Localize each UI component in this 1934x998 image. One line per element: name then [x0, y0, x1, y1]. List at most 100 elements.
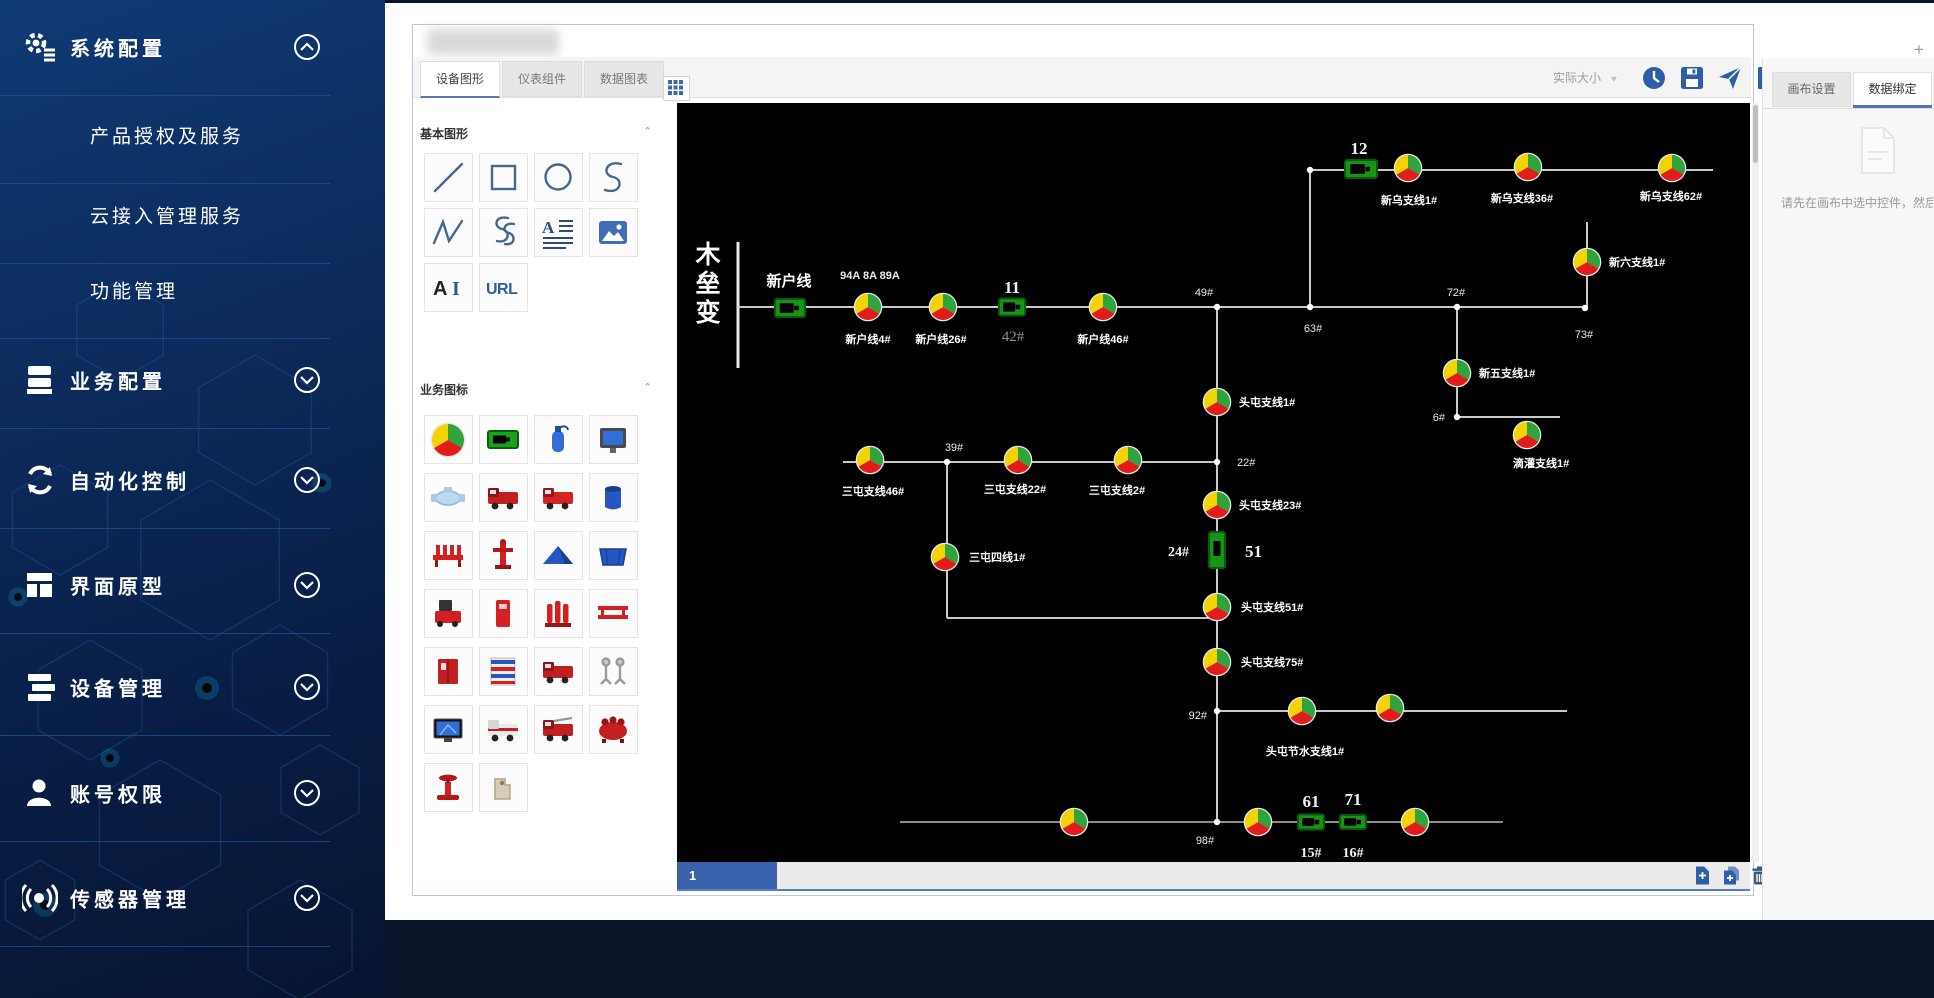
junction-dot[interactable] [1214, 304, 1220, 310]
palette-icon-valve-lb[interactable] [424, 473, 473, 522]
junction-dot[interactable] [1214, 459, 1220, 465]
palette-icon-truck-red2[interactable] [534, 473, 583, 522]
sidebar-item-device-mgmt[interactable]: 设备管理 [0, 665, 385, 709]
send-icon[interactable] [1717, 65, 1743, 91]
pie-node[interactable] [1376, 694, 1405, 723]
palette-icon-hydrant[interactable] [479, 531, 528, 580]
junction-dot[interactable] [1307, 304, 1313, 310]
shape-circle[interactable] [534, 153, 583, 202]
chevron-down-icon[interactable] [293, 571, 321, 599]
palette-icon-rack[interactable] [589, 589, 638, 638]
palette-icon-tent[interactable] [534, 531, 583, 580]
pie-node[interactable] [854, 293, 883, 322]
shape-curve[interactable] [589, 153, 638, 202]
sidebar-item-cloud-access[interactable]: 云接入管理服务 [0, 193, 385, 237]
pie-node[interactable] [1288, 697, 1317, 726]
palette-icon-manifold[interactable] [424, 531, 473, 580]
palette-icon-valve-red[interactable] [424, 763, 473, 812]
junction-dot[interactable] [944, 459, 950, 465]
shape-rect[interactable] [479, 153, 528, 202]
canvas-scrollbar-thumb[interactable] [1753, 105, 1758, 163]
sidebar-item-function-mgmt[interactable]: 功能管理 [0, 268, 385, 312]
chevron-down-icon[interactable] [293, 366, 321, 394]
history-icon[interactable] [1641, 65, 1667, 91]
junction-dot[interactable] [1454, 414, 1460, 420]
breaker-node[interactable] [1340, 815, 1366, 829]
junction-dot[interactable] [1307, 167, 1313, 173]
pie-node[interactable] [1514, 153, 1543, 182]
pie-node[interactable] [1203, 491, 1232, 520]
tab-canvas-settings[interactable]: 画布设置 [1772, 72, 1851, 107]
pie-node[interactable] [1443, 359, 1472, 388]
page-tab-1[interactable]: 1 [677, 862, 777, 889]
pie-node[interactable] [929, 293, 958, 322]
junction-dot[interactable] [1214, 819, 1220, 825]
copy-page-icon[interactable] [1721, 865, 1742, 886]
palette-icon-tank-red[interactable] [589, 705, 638, 754]
chevron-down-icon[interactable] [293, 673, 321, 701]
palette-icon-cylinders[interactable] [534, 589, 583, 638]
junction-dot[interactable] [1214, 708, 1220, 714]
pie-node[interactable] [1513, 421, 1542, 450]
pie-node[interactable] [1089, 293, 1118, 322]
pie-node[interactable] [1114, 446, 1143, 475]
tab-device-graphics[interactable]: 设备图形 [420, 61, 500, 98]
sidebar-item-business-config[interactable]: 业务配置 [0, 358, 385, 402]
pie-node[interactable] [1203, 648, 1232, 677]
palette-icon-screen-device[interactable] [589, 415, 638, 464]
zoom-level-select[interactable]: 实际大小▼ [1553, 69, 1619, 86]
save-icon[interactable] [1679, 65, 1705, 91]
pie-node[interactable] [1394, 154, 1423, 183]
sidebar-item-automation-control[interactable]: 自动化控制 [0, 458, 385, 502]
palette-icon-truck-red3[interactable] [534, 647, 583, 696]
chevron-down-icon[interactable] [293, 466, 321, 494]
pie-node[interactable] [1244, 808, 1273, 837]
tab-gauge-widgets[interactable]: 仪表组件 [502, 61, 582, 97]
pie-node[interactable] [856, 446, 885, 475]
pie-node[interactable] [1573, 248, 1602, 277]
collapse-business-icon[interactable]: ⌃ [643, 381, 652, 394]
grid-toggle-button[interactable] [663, 76, 690, 101]
add-page-icon[interactable] [1692, 865, 1713, 886]
collapse-basic-icon[interactable]: ⌃ [643, 125, 652, 138]
shape-image[interactable] [589, 208, 638, 257]
sidebar-item-ui-prototype[interactable]: 界面原型 [0, 563, 385, 607]
breaker-node[interactable] [1209, 532, 1225, 568]
shape-textblock[interactable]: A [534, 208, 583, 257]
palette-icon-shelf[interactable] [479, 647, 528, 696]
pie-node[interactable] [1203, 388, 1232, 417]
design-canvas[interactable]: 木垒变 新户线4# 新户线26# 新户线46# 新乌支线1# 新乌支线36# 新… [677, 103, 1750, 862]
pie-node[interactable] [1658, 154, 1687, 183]
palette-icon-indicator[interactable] [479, 415, 528, 464]
sidebar-item-sensor-mgmt[interactable]: 传感器管理 [0, 876, 385, 920]
pie-node[interactable] [1203, 593, 1232, 622]
junction-dot[interactable] [1582, 305, 1588, 311]
palette-icon-stands[interactable] [589, 647, 638, 696]
sidebar-item-system-config[interactable]: 系统配置 [0, 25, 385, 69]
breaker-node[interactable] [1345, 160, 1377, 178]
palette-icon-cabinet[interactable] [479, 589, 528, 638]
tab-data-charts[interactable]: 数据图表 [584, 61, 664, 97]
shape-line[interactable] [424, 153, 473, 202]
palette-icon-truck-ladder[interactable] [534, 705, 583, 754]
palette-icon-truck-white[interactable] [479, 705, 528, 754]
chevron-down-icon[interactable] [293, 884, 321, 912]
tab-data-binding[interactable]: 数据绑定 [1853, 72, 1932, 107]
shape-url[interactable]: URL [479, 263, 528, 312]
breaker-node[interactable] [999, 299, 1025, 316]
pie-node[interactable] [1060, 808, 1089, 837]
palette-icon-pie3[interactable] [424, 415, 473, 464]
shape-zigzag[interactable] [424, 208, 473, 257]
palette-icon-machine[interactable] [424, 589, 473, 638]
shape-curve2[interactable] [479, 208, 528, 257]
sidebar-item-product-auth[interactable]: 产品授权及服务 [0, 113, 385, 157]
palette-icon-container[interactable] [589, 531, 638, 580]
palette-icon-truck-red[interactable] [479, 473, 528, 522]
palette-icon-barrel[interactable] [589, 473, 638, 522]
breaker-node[interactable] [775, 299, 805, 317]
breaker-node[interactable] [1298, 815, 1324, 830]
plus-icon[interactable]: + [1914, 40, 1924, 60]
pie-node[interactable] [1004, 446, 1033, 475]
shape-ai-text[interactable]: AI [424, 263, 473, 312]
junction-dot[interactable] [1454, 304, 1460, 310]
